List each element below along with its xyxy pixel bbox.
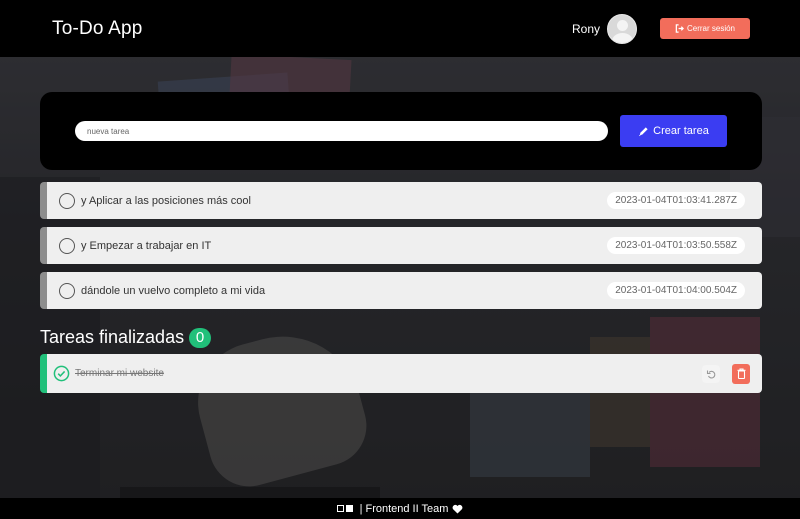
new-task-input[interactable] <box>75 121 608 141</box>
logout-label: Cerrar sesión <box>686 24 735 33</box>
finished-count-badge: 0 <box>189 327 212 348</box>
dh-logo-icon <box>336 505 353 512</box>
app-header: To-Do App Rony Cerrar sesión <box>0 0 800 57</box>
user-name: Rony <box>571 21 600 36</box>
task-item: dándole un vuelvo completo a mi vida 202… <box>40 272 762 309</box>
task-timestamp: 2023-01-04T01:03:41.287Z <box>607 192 745 209</box>
new-task-form: Crear tarea <box>40 92 762 170</box>
logout-icon <box>675 24 684 33</box>
finished-tasks-heading: Tareas finalizadas 0 <box>40 327 212 348</box>
avatar-icon[interactable] <box>607 13 637 44</box>
complete-task-toggle[interactable] <box>59 192 75 209</box>
app-footer: | Frontend II Team <box>0 498 800 519</box>
complete-task-toggle[interactable] <box>59 282 75 299</box>
pencil-icon <box>639 126 648 136</box>
task-description: dándole un vuelvo completo a mi vida <box>81 284 266 297</box>
finished-tasks-title: Tareas finalizadas <box>40 327 185 347</box>
task-timestamp: 2023-01-04T01:04:00.504Z <box>607 282 745 299</box>
delete-task-button[interactable] <box>732 363 750 384</box>
task-description: y Aplicar a las posiciones más cool <box>81 194 251 207</box>
logout-button[interactable]: Cerrar sesión <box>660 18 750 39</box>
check-circle-icon <box>53 365 70 382</box>
user-area: Rony Cerrar sesión <box>571 13 750 44</box>
create-task-button[interactable]: Crear tarea <box>620 115 727 147</box>
create-task-label: Crear tarea <box>653 125 709 137</box>
trash-icon <box>737 368 745 379</box>
restore-task-button[interactable] <box>702 364 720 383</box>
task-description: y Empezar a trabajar en IT <box>81 239 212 252</box>
heart-icon <box>453 504 463 514</box>
task-item: y Empezar a trabajar en IT 2023-01-04T01… <box>40 227 762 264</box>
complete-task-toggle[interactable] <box>59 237 75 254</box>
task-timestamp: 2023-01-04T01:03:50.558Z <box>607 237 745 254</box>
undo-icon <box>706 370 716 378</box>
task-item: y Aplicar a las posiciones más cool 2023… <box>40 182 762 219</box>
finished-task-description: Terminar mi website <box>75 368 164 379</box>
app-title: To-Do App <box>52 17 143 39</box>
footer-text: | Frontend II Team <box>359 502 449 515</box>
finished-task-item: Terminar mi website <box>40 354 762 393</box>
